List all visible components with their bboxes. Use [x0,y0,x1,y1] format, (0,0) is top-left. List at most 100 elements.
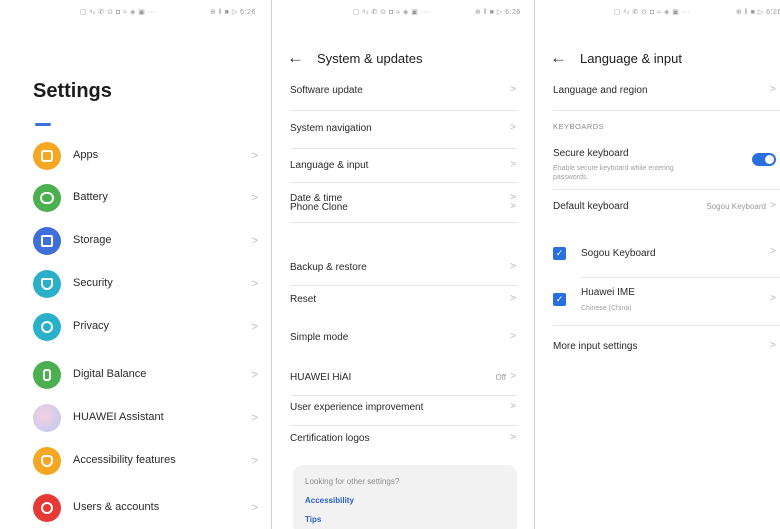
settings-item-label: Accessibility features [73,454,176,466]
list-item-label: System navigation [290,123,372,134]
list-item-language-region[interactable]: Language and region > [536,74,780,108]
back-arrow-icon[interactable]: ← [287,48,304,68]
secure-keyboard-description-2: passwords. [553,174,589,181]
default-keyboard-row[interactable]: Default keyboard Sogou Keyboard > [536,190,780,224]
keyboard-sublabel: Chinese (China) [581,305,632,312]
page-title: Language & input [580,51,682,66]
list-item-label: Backup & restore [290,262,367,273]
settings-item-label: Privacy [73,320,110,332]
list-item-certification-logos[interactable]: Certification logos > [273,422,534,456]
storage-icon [33,227,61,255]
settings-item-huawei-assistant[interactable]: HUAWEI Assistant > [0,398,271,438]
list-item-user-experience[interactable]: User experience improvement > [273,391,534,425]
other-settings-card: Looking for other settings? Accessibilit… [293,465,517,529]
chevron-right-icon: > [510,84,516,95]
chevron-right-icon: > [770,293,776,304]
checkbox-checked-icon[interactable]: ✓ [553,293,566,306]
list-item-huawei-hiai[interactable]: HUAWEI HiAI Off > [273,361,534,395]
settings-item-label: Storage [73,234,112,246]
accessibility-icon [33,447,61,475]
battery-icon [33,184,61,212]
settings-item-label: HUAWEI Assistant [73,411,164,423]
list-item-software-update[interactable]: Software update > [273,74,534,108]
chevron-right-icon: > [251,235,258,247]
chevron-right-icon: > [251,278,258,290]
chevron-right-icon: > [510,432,516,443]
page-title: Settings [33,80,112,102]
chevron-right-icon: > [251,455,258,467]
keyboard-label: Sogou Keyboard [581,248,656,259]
list-item-label: More input settings [553,341,638,352]
status-bar-left: ▢ ᵃᵢₗ ✆ ⊙ ◘ ≈ ◈ ▣ ··· [614,9,691,16]
security-icon [33,270,61,298]
keyboard-item-huawei-ime[interactable]: ✓ Huawei IME Chinese (China) > [536,280,780,320]
secure-keyboard-label: Secure keyboard [553,148,629,159]
divider [581,277,780,278]
settings-item-accessibility[interactable]: Accessibility features > [0,441,271,481]
status-bar-left: ▢ ᵃᵢₗ ✆ ⊙ ◘ ≈ ◈ ▣ ··· [353,9,430,16]
back-arrow-icon[interactable]: ← [550,48,567,68]
settings-item-digital-balance[interactable]: Digital Balance > [0,355,271,395]
list-item-label: Software update [290,85,363,96]
chevron-right-icon: > [510,371,516,382]
list-item-system-navigation[interactable]: System navigation > [273,112,534,146]
list-item-label: Reset [290,294,317,305]
secure-keyboard-toggle[interactable] [752,153,776,166]
list-item-more-input-settings[interactable]: More input settings > [536,330,780,364]
settings-item-users-accounts[interactable]: Users & accounts > [0,488,271,528]
chevron-right-icon: > [251,150,258,162]
list-item-language-input[interactable]: Language & input > [273,149,534,183]
scroll-indicator [35,123,51,126]
settings-item-label: Battery [73,191,108,203]
settings-item-label: Apps [73,149,99,161]
status-bar-right: ⊕ ‖ ■ ▷ 6:26 [475,9,521,16]
huawei-assistant-icon [33,404,61,432]
status-bar-left: ▢ ᵃᵢₗ ✆ ⊙ ◘ ≈ ◈ ▣ ··· [80,9,157,16]
settings-item-security[interactable]: Security > [0,264,271,304]
settings-item-label: Digital Balance [73,368,147,380]
settings-screen: ▢ ᵃᵢₗ ✆ ⊙ ◘ ≈ ◈ ▣ ··· ⊕ ‖ ■ ▷ 6:26 Setti… [0,0,272,529]
language-input-screen: ▢ ᵃᵢₗ ✆ ⊙ ◘ ≈ ◈ ▣ ··· ⊕ ‖ ■ ▷ 6:26 ← Lan… [536,0,780,529]
chevron-right-icon: > [510,331,516,342]
list-item-label: Certification logos [290,433,370,444]
list-item-label: User experience improvement [290,402,424,413]
settings-item-battery[interactable]: Battery > [0,178,271,218]
list-item-backup-restore[interactable]: Backup & restore > [273,251,534,285]
list-item-label: Simple mode [290,332,349,343]
list-item-phone-clone[interactable]: Phone Clone > [273,191,534,225]
header: ← System & updates [273,40,534,76]
status-bar-right: ⊕ ‖ ■ ▷ 6:26 [736,9,780,16]
settings-item-privacy[interactable]: Privacy > [0,307,271,347]
chevron-right-icon: > [510,261,516,272]
chevron-right-icon: > [770,200,776,211]
list-item-label: HUAWEI HiAI [290,372,352,383]
list-item-label: Language and region [553,85,648,96]
keyboard-item-sogou[interactable]: ✓ Sogou Keyboard > [536,236,780,270]
status-bar-right: ⊕ ‖ ■ ▷ 6:26 [210,9,256,16]
settings-item-label: Security [73,277,113,289]
settings-item-label: Users & accounts [73,501,160,513]
accessibility-link[interactable]: Accessibility [305,496,354,505]
status-value: Off [495,373,506,382]
chevron-right-icon: > [510,401,516,412]
chevron-right-icon: > [251,369,258,381]
list-item-reset[interactable]: Reset > [273,283,534,317]
divider [553,110,780,111]
settings-item-apps[interactable]: Apps > [0,136,271,176]
chevron-right-icon: > [770,84,776,95]
list-item-label: Language & input [290,160,369,171]
list-item-simple-mode[interactable]: Simple mode > [273,321,534,355]
chevron-right-icon: > [510,293,516,304]
privacy-icon [33,313,61,341]
checkbox-checked-icon[interactable]: ✓ [553,247,566,260]
chevron-right-icon: > [770,246,776,257]
chevron-right-icon: > [251,192,258,204]
chevron-right-icon: > [251,502,258,514]
section-header-keyboards: KEYBOARDS [553,122,605,131]
settings-item-storage[interactable]: Storage > [0,221,271,261]
screenshot-collage: ▢ ᵃᵢₗ ✆ ⊙ ◘ ≈ ◈ ▣ ··· ⊕ ‖ ■ ▷ 6:26 Setti… [0,0,780,529]
chevron-right-icon: > [510,159,516,170]
card-title: Looking for other settings? [305,477,400,486]
tips-link[interactable]: Tips [305,515,321,524]
header: ← Language & input [536,40,780,76]
